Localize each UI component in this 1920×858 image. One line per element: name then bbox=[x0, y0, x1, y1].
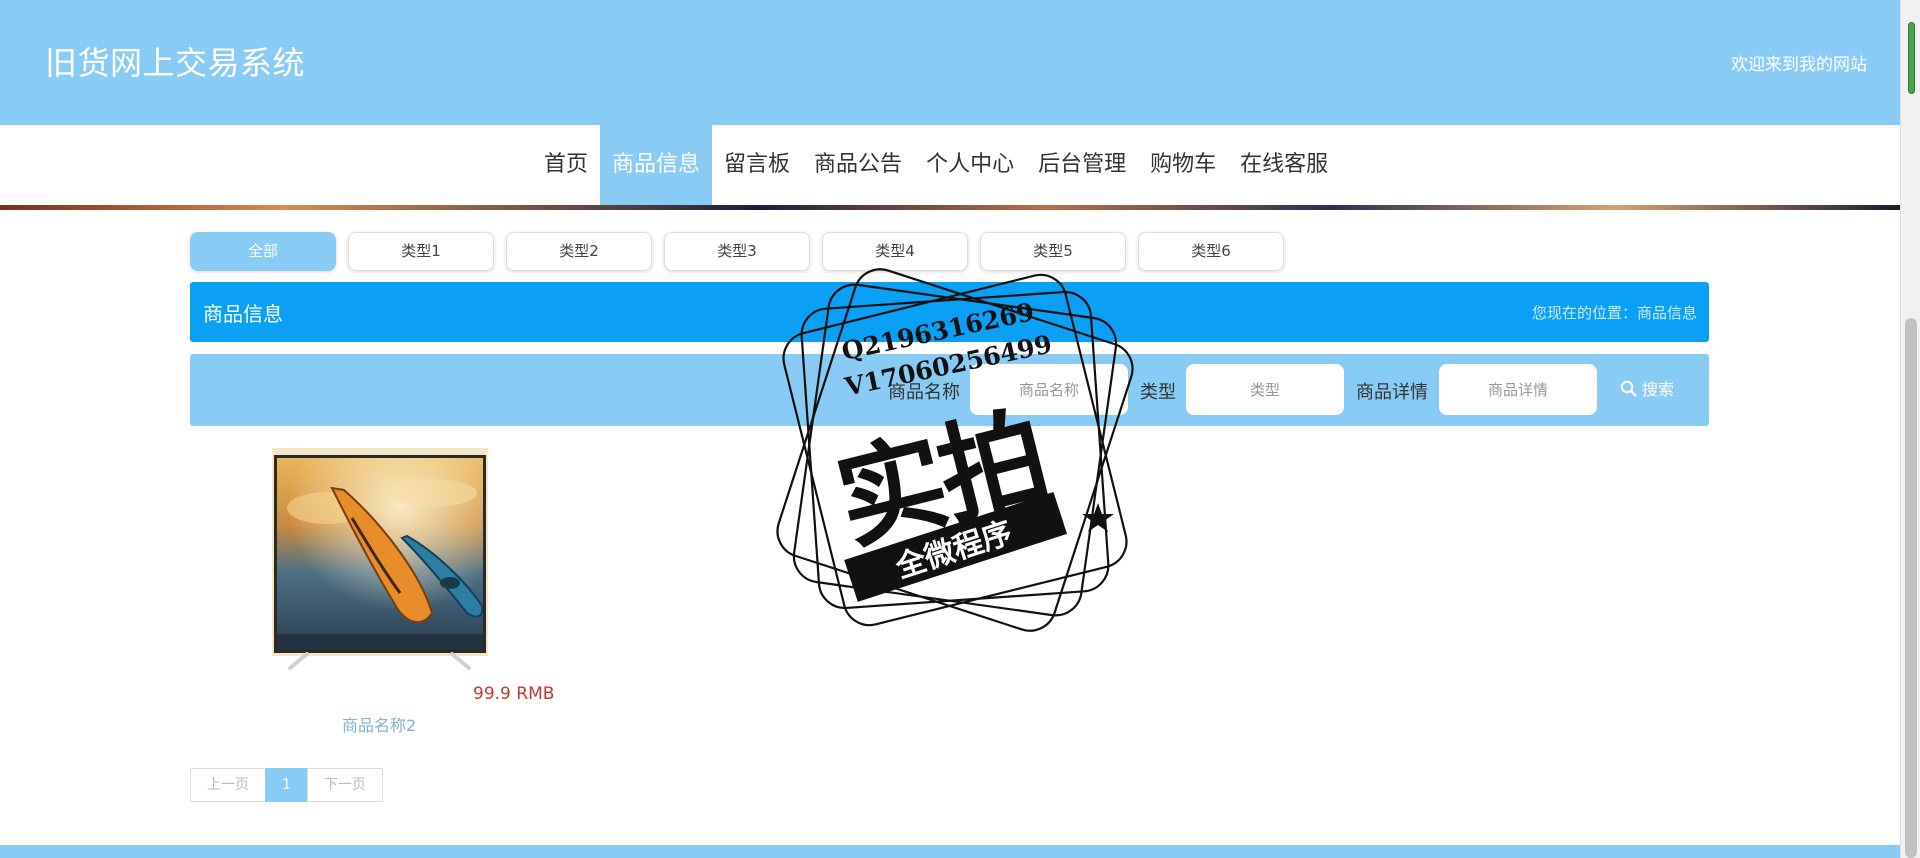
category-tab-type2[interactable]: 类型2 bbox=[506, 232, 652, 271]
category-tab-type5[interactable]: 类型5 bbox=[980, 232, 1126, 271]
nav-item-customer-service[interactable]: 在线客服 bbox=[1228, 125, 1340, 205]
welcome-text: 欢迎来到我的网站 bbox=[1731, 55, 1867, 75]
type-label: 类型 bbox=[1140, 382, 1176, 403]
page-number-button[interactable]: 1 bbox=[265, 768, 308, 802]
next-page-button[interactable]: 下一页 bbox=[306, 768, 383, 802]
nav-item-cart[interactable]: 购物车 bbox=[1138, 125, 1228, 205]
search-bar: 商品名称 类型 商品详情 搜索 bbox=[190, 354, 1709, 426]
search-button-label: 搜索 bbox=[1642, 380, 1675, 399]
product-image[interactable] bbox=[272, 448, 488, 670]
category-tab-all[interactable]: 全部 bbox=[190, 232, 336, 271]
type-input[interactable] bbox=[1186, 364, 1344, 415]
product-name-label: 商品名称 bbox=[888, 382, 960, 403]
category-tab-type4[interactable]: 类型4 bbox=[822, 232, 968, 271]
nav-item-personal-center[interactable]: 个人中心 bbox=[914, 125, 1026, 205]
nav-item-announcements[interactable]: 商品公告 bbox=[802, 125, 914, 205]
product-name-link[interactable]: 商品名称2 bbox=[342, 712, 416, 736]
site-header: 旧货网上交易系统 欢迎来到我的网站 bbox=[0, 0, 1900, 125]
nav-list: 首页 商品信息 留言板 商品公告 个人中心 后台管理 购物车 在线客服 bbox=[532, 125, 1340, 205]
nav-item-admin[interactable]: 后台管理 bbox=[1026, 125, 1138, 205]
pagination: 上一页 1 下一页 bbox=[190, 768, 383, 802]
scrollbar-indicator bbox=[1908, 22, 1915, 94]
scrollbar-thumb[interactable] bbox=[1905, 318, 1917, 858]
watermark-ribbon-text: 全微程序 bbox=[891, 515, 1017, 586]
product-detail-label: 商品详情 bbox=[1356, 382, 1428, 403]
category-tabs: 全部 类型1 类型2 类型3 类型4 类型5 类型6 bbox=[190, 232, 1284, 271]
banner-image-strip bbox=[0, 205, 1900, 210]
product-name-input[interactable] bbox=[970, 364, 1128, 415]
site-title: 旧货网上交易系统 bbox=[45, 44, 306, 82]
product-price: 99.9 RMB bbox=[473, 684, 555, 704]
product-card[interactable] bbox=[272, 448, 488, 670]
product-detail-input[interactable] bbox=[1439, 364, 1597, 415]
nav-item-products[interactable]: 商品信息 bbox=[600, 125, 713, 205]
section-title-bar: 商品信息 您现在的位置：商品信息 bbox=[190, 282, 1709, 342]
nav-item-home[interactable]: 首页 bbox=[532, 125, 600, 205]
search-button[interactable]: 搜索 bbox=[1620, 376, 1674, 400]
nav-item-message-board[interactable]: 留言板 bbox=[712, 125, 802, 205]
category-tab-type3[interactable]: 类型3 bbox=[664, 232, 810, 271]
breadcrumb: 您现在的位置：商品信息 bbox=[1531, 304, 1697, 322]
search-icon bbox=[1620, 380, 1637, 397]
category-tab-type6[interactable]: 类型6 bbox=[1138, 232, 1284, 271]
section-title: 商品信息 bbox=[203, 302, 283, 326]
main-nav: 首页 商品信息 留言板 商品公告 个人中心 后台管理 购物车 在线客服 bbox=[0, 125, 1900, 205]
category-tab-type1[interactable]: 类型1 bbox=[348, 232, 494, 271]
footer-strip bbox=[0, 845, 1900, 858]
prev-page-button[interactable]: 上一页 bbox=[190, 768, 266, 802]
page-scrollbar[interactable] bbox=[1900, 0, 1920, 858]
